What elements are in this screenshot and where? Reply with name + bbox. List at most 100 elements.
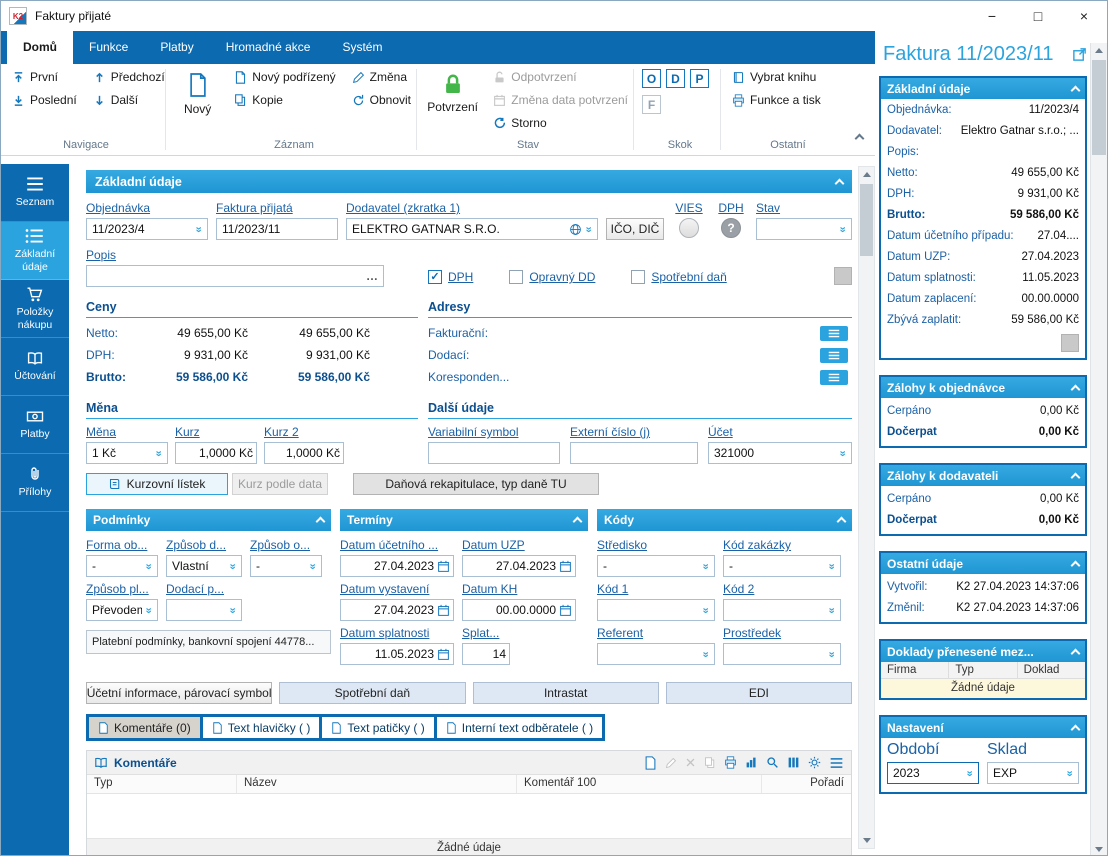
address-menu-button[interactable] (820, 348, 848, 363)
dropdown-icon[interactable]: » (227, 560, 238, 572)
zpusob-dopravy-field[interactable]: Vlastní» (166, 555, 242, 577)
column-typ[interactable]: Typ (949, 662, 1017, 678)
tab-komentare[interactable]: Komentáře (0) (89, 717, 200, 738)
scroll-up-button[interactable] (1091, 43, 1107, 58)
popis-field[interactable]: … (86, 265, 384, 287)
menu-icon[interactable] (829, 757, 844, 769)
zpusob-platby-field[interactable]: Převodem» (86, 599, 158, 621)
column-poradi[interactable]: Pořadí (762, 775, 851, 793)
dropdown-icon[interactable]: » (1064, 767, 1075, 779)
settings-gear-icon[interactable] (808, 756, 821, 769)
kody-header[interactable]: Kódy (597, 509, 852, 531)
dropdown-icon[interactable]: » (700, 604, 711, 616)
tab-text-paticky[interactable]: Text patičky ( ) (322, 717, 433, 738)
sidebar-item-polozky-nakupu[interactable]: Položky nákupu (1, 280, 69, 338)
externi-cislo-field[interactable] (570, 442, 698, 464)
dropdown-icon[interactable]: » (700, 648, 711, 660)
scroll-down-button[interactable] (859, 833, 874, 848)
columns-icon[interactable] (787, 756, 800, 769)
collapse-icon[interactable] (1071, 560, 1081, 570)
ellipsis-button[interactable]: … (364, 269, 380, 283)
preview-scrollbar[interactable] (1090, 43, 1107, 856)
danova-rekapitulace-button[interactable]: Daňová rekapitulace, typ daně TU (353, 473, 599, 495)
column-doklad[interactable]: Doklad (1018, 662, 1085, 678)
column-nazev[interactable]: Název (237, 775, 517, 793)
dropdown-icon[interactable]: » (826, 648, 837, 660)
last-button[interactable]: Poslední (9, 92, 80, 108)
chart-icon[interactable] (745, 756, 758, 769)
dropdown-icon[interactable]: » (837, 223, 848, 235)
calendar-icon[interactable] (437, 560, 450, 573)
select-book-button[interactable]: Vybrat knihu (729, 69, 824, 85)
print-icon[interactable] (724, 756, 737, 769)
collapse-icon[interactable] (1071, 648, 1081, 658)
dropdown-icon[interactable]: » (307, 560, 318, 572)
form-section-header[interactable]: Základní údaje (86, 170, 852, 193)
sidebar-item-seznam[interactable]: Seznam (1, 164, 69, 222)
functions-print-button[interactable]: Funkce a tisk (729, 92, 824, 108)
first-button[interactable]: První (9, 69, 80, 85)
kurz2-field[interactable]: 1,0000 Kč (264, 442, 344, 464)
datum-uzp-field[interactable]: 27.04.2023 (462, 555, 576, 577)
sidebar-item-uctovani[interactable]: Účtování (1, 338, 69, 396)
maximize-button[interactable]: □ (1015, 1, 1061, 31)
preview-zakladni-header[interactable]: Základní údaje (881, 78, 1085, 99)
dropdown-icon[interactable]: » (837, 447, 848, 459)
stav-field[interactable]: » (756, 218, 852, 240)
jump-o-button[interactable]: O (642, 69, 661, 88)
collapse-icon[interactable] (837, 517, 847, 527)
splatnost-field[interactable]: 14 (462, 643, 510, 665)
collapse-icon[interactable] (316, 517, 326, 527)
preview-zalohy-obj-header[interactable]: Zálohy k objednávce (881, 377, 1085, 398)
datum-splatnosti-field[interactable]: 11.05.2023 (340, 643, 454, 665)
close-button[interactable]: × (1061, 1, 1107, 31)
minimize-button[interactable]: − (969, 1, 1015, 31)
sidebar-item-zakladni-udaje[interactable]: Základní údaje (1, 222, 69, 280)
obdobi-field[interactable]: 2023 » (887, 762, 979, 784)
objednavka-field[interactable]: 11/2023/4 » (86, 218, 208, 240)
datum-ucetniho-field[interactable]: 27.04.2023 (340, 555, 454, 577)
dropdown-icon[interactable]: » (193, 223, 204, 235)
prostredek-field[interactable]: » (723, 643, 841, 665)
dropdown-icon[interactable]: » (227, 604, 238, 616)
datum-vystaveni-field[interactable]: 27.04.2023 (340, 599, 454, 621)
refresh-button[interactable]: Obnovit (349, 92, 414, 108)
edi-button[interactable]: EDI (666, 682, 852, 704)
dropdown-icon[interactable]: » (153, 447, 164, 459)
calendar-icon[interactable] (559, 560, 572, 573)
jump-p-button[interactable]: P (690, 69, 709, 88)
sklad-field[interactable]: EXP » (987, 762, 1079, 784)
tab-domu[interactable]: Domů (7, 31, 73, 64)
spotrebni-dan-checkbox[interactable]: Spotřební daň (631, 270, 726, 284)
column-komentar[interactable]: Komentář 100 (517, 775, 762, 793)
column-firma[interactable]: Firma (881, 662, 949, 678)
new-child-button[interactable]: Nový podřízený (231, 69, 338, 85)
kod-1-field[interactable]: » (597, 599, 715, 621)
stredisko-field[interactable]: -» (597, 555, 715, 577)
confirm-button[interactable]: Potvrzení (425, 69, 480, 117)
collapse-icon[interactable] (573, 517, 583, 527)
spotrebni-dan-button[interactable]: Spotřební daň (279, 682, 465, 704)
datum-kh-field[interactable]: 00.00.0000 (462, 599, 576, 621)
zpusob-odberu-field[interactable]: -» (250, 555, 322, 577)
podminky-header[interactable]: Podmínky (86, 509, 331, 531)
scroll-down-button[interactable] (1091, 842, 1107, 856)
calendar-icon[interactable] (437, 648, 450, 661)
open-in-window-icon[interactable] (1072, 47, 1087, 62)
mena-field[interactable]: 1 Kč » (86, 442, 168, 464)
referent-field[interactable]: » (597, 643, 715, 665)
tab-hromadne-akce[interactable]: Hromadné akce (210, 31, 327, 64)
collapse-icon[interactable] (835, 178, 845, 188)
tab-interni-text[interactable]: Interní text odběratele ( ) (437, 717, 602, 738)
scrollbar-track[interactable] (859, 182, 874, 833)
globe-icon[interactable] (569, 223, 582, 236)
scrollbar-track[interactable] (1091, 58, 1107, 842)
tab-system[interactable]: Systém (326, 31, 398, 64)
dropdown-icon[interactable]: » (700, 560, 711, 572)
preview-doklady-header[interactable]: Doklady přenesené mez... (881, 641, 1085, 662)
new-button[interactable]: Nový (174, 69, 221, 119)
column-typ[interactable]: Typ (87, 775, 237, 793)
preview-ostatni-header[interactable]: Ostatní údaje (881, 553, 1085, 574)
dropdown-icon[interactable]: » (826, 604, 837, 616)
collapse-ribbon-button[interactable] (856, 129, 863, 147)
